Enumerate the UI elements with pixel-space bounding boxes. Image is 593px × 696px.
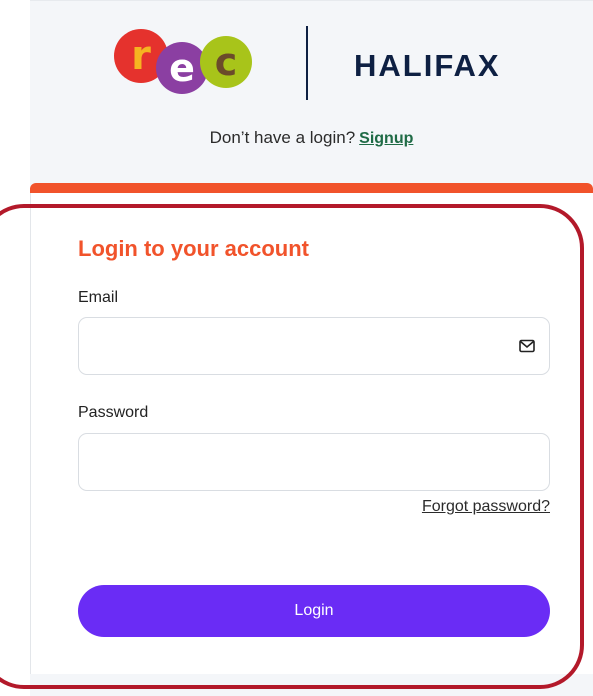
rec-logo-letter-c: c (200, 36, 252, 88)
logo-row: r e c HALIFAX (112, 26, 532, 102)
page: r e c HALIFAX Don’t have a login? Signup … (30, 0, 593, 696)
password-label: Password (78, 404, 149, 421)
signup-prompt: Don’t have a login? Signup (30, 128, 593, 148)
password-field[interactable] (79, 434, 527, 490)
top-border (30, 0, 593, 1)
email-field-wrapper[interactable] (78, 317, 550, 375)
email-field[interactable] (79, 318, 527, 374)
email-label: Email (78, 289, 119, 306)
signup-link[interactable]: Signup (359, 130, 413, 147)
password-field-wrapper[interactable] (78, 433, 550, 491)
login-button[interactable]: Login (78, 585, 550, 637)
halifax-logo: HALIFAX (354, 48, 501, 83)
signup-prompt-text: Don’t have a login? (209, 128, 356, 147)
logo-divider (306, 26, 308, 100)
envelope-icon (519, 339, 535, 353)
login-title: Login to your account (78, 236, 309, 261)
forgot-password-link[interactable]: Forgot password? (422, 498, 550, 516)
rec-logo: r e c (112, 26, 272, 102)
